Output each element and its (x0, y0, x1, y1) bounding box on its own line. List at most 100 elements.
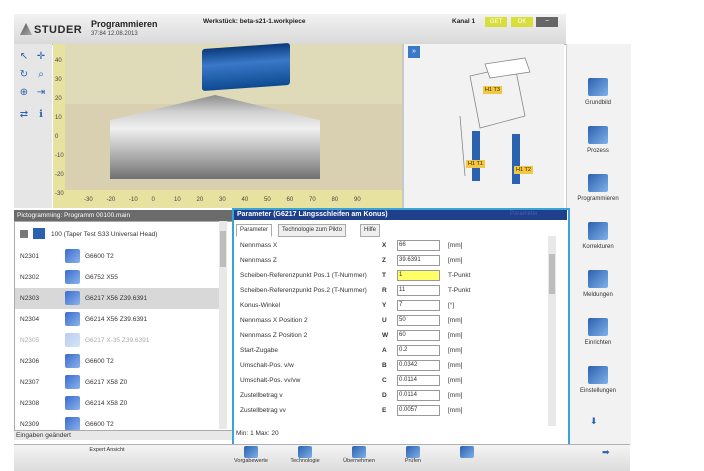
sidebar-item-einstellungen[interactable]: Einstellungen (566, 358, 630, 408)
check-icon (406, 446, 420, 458)
next-arrow-icon[interactable]: ➡ (602, 447, 610, 458)
parameter-value-field[interactable]: 60 (397, 330, 440, 341)
ruler-x-tick: 0 (151, 197, 155, 203)
defaults-button[interactable]: Vorgabewerte (224, 446, 278, 470)
parameter-value-field[interactable]: 39.6391 (397, 255, 440, 266)
parameter-label: Konus-Winkel (240, 302, 281, 309)
check-button[interactable]: Prüfen (386, 446, 440, 470)
logo-text: STUDER (34, 24, 83, 36)
parameter-value-field[interactable]: 7 (397, 300, 440, 311)
list-item[interactable]: N2301 G6600 T2 (15, 246, 227, 267)
parameter-label: Nennmass X Position 2 (240, 317, 308, 324)
list-item-selected[interactable]: N2303 G6217 X56 Z39.6391 (15, 288, 227, 309)
zoom-in-icon[interactable]: ⊕ (17, 86, 31, 100)
move-icon[interactable]: ⇥ (34, 86, 48, 100)
list-item[interactable]: N2309 G6600 T2 (15, 414, 227, 430)
pictogram-icon (65, 291, 80, 305)
parameter-value-field[interactable]: 0.0114 (397, 390, 440, 401)
parameter-value-field[interactable]: 50 (397, 315, 440, 326)
parameter-symbol: A (382, 347, 387, 354)
sidebar-item-prozess[interactable]: Prozess (566, 118, 630, 168)
min-max-label: Min: 1 Max: 20 (236, 430, 279, 437)
parameter-help-link[interactable]: Parameter (510, 211, 538, 217)
view-toolbar: ↖ ✛ ↻ ⌕ ⊕ ⇥ ⇄ ℹ (14, 44, 52, 208)
pictogram-icon (65, 396, 80, 410)
expert-view-button[interactable]: Expert Ansicht (80, 447, 134, 471)
parameter-row: Nennmass Z Position 2 W 60 [mm] (236, 328, 550, 343)
list-scrollbar[interactable] (219, 221, 227, 429)
apply-button[interactable]: Übernehmen (332, 446, 386, 470)
zoom-icon[interactable]: ⌕ (34, 68, 48, 82)
list-item[interactable]: N2306 G6600 T2 (15, 351, 227, 372)
parameter-unit: T-Punkt (448, 272, 471, 279)
list-item[interactable]: N2308 G6214 X58 Z0 (15, 393, 227, 414)
parameter-value-field[interactable]: 0.0057 (397, 405, 440, 416)
parameter-label: Umschalt-Pos. v/w (240, 362, 294, 369)
ruler-x-tick: 30 (219, 197, 226, 203)
ruler-x-tick: 80 (331, 197, 339, 203)
expand-icon[interactable]: » (408, 46, 420, 58)
ruler-y-tick: 20 (55, 96, 62, 102)
minimize-button[interactable]: − (536, 17, 558, 27)
parameter-symbol: U (382, 317, 387, 324)
sidebar-item-meldungen[interactable]: Meldungen (566, 262, 630, 312)
collapse-icon[interactable] (20, 230, 28, 238)
parameter-scrollbar[interactable] (548, 236, 556, 426)
tab-hilfe[interactable]: Hilfe (360, 224, 381, 237)
sidebar-item-korrekturen[interactable]: Korrekturen (566, 214, 630, 264)
parameter-symbol: Z (382, 257, 386, 264)
technology-button[interactable]: Technologie (278, 446, 332, 470)
tool-label-t1: H1 T1 (466, 160, 485, 168)
parameter-unit: [mm] (448, 347, 463, 354)
edit-button[interactable] (440, 446, 494, 470)
pictogram-icon (65, 270, 80, 284)
sidebar-item-grundbild[interactable]: Grundbild (566, 70, 630, 120)
workpiece-label: Werkstück: beta-s21-1.workpiece (203, 18, 306, 25)
parameter-unit: [mm] (448, 392, 463, 399)
rotate-icon[interactable]: ↻ (17, 68, 31, 82)
studer-logo: STUDER (14, 14, 82, 44)
parameter-value-field[interactable]: 1 (397, 270, 440, 281)
sidebar-item-programmieren[interactable]: Programmieren (566, 166, 630, 216)
info-icon[interactable]: ℹ (34, 108, 48, 122)
parameter-unit: [°] (448, 302, 455, 309)
parameter-row: Start-Zugabe A 0.2 [mm] (236, 343, 550, 358)
parameter-row: Zustellbetrag v D 0.0114 [mm] (236, 388, 550, 403)
ruler-y-tick: 10 (55, 115, 62, 121)
parameter-value-field[interactable]: 0.2 (397, 345, 440, 356)
list-scroll-thumb[interactable] (220, 231, 226, 267)
parameter-value-field[interactable]: 66 (397, 240, 440, 251)
parameter-label: Scheiben-Referenzpunkt Pos.2 (T-Nummer) (240, 287, 367, 294)
parameter-value-field[interactable]: 0.0114 (397, 375, 440, 386)
status-text: Eingaben geändert (14, 431, 234, 440)
parameter-symbol: D (382, 392, 387, 399)
parameter-unit: [mm] (448, 332, 463, 339)
tab-parameter[interactable]: Parameter (236, 224, 273, 237)
pan-icon[interactable]: ✛ (34, 50, 48, 64)
edit-icon (460, 446, 474, 458)
parameter-row: Nennmass X Position 2 U 50 [mm] (236, 313, 550, 328)
sidebar-down-arrow-icon[interactable]: ⬇ (590, 416, 598, 427)
parameter-unit: [mm] (448, 317, 463, 324)
tab-technologie[interactable]: Technologie zum Pikto (278, 224, 347, 237)
ok-button[interactable]: OK (511, 17, 533, 27)
parameter-row: Scheiben-Referenzpunkt Pos.2 (T-Nummer) R… (236, 283, 550, 298)
sidebar-item-einrichten[interactable]: Einrichten (566, 310, 630, 360)
parameter-scroll-thumb[interactable] (549, 254, 555, 294)
parameter-unit: [mm] (448, 362, 463, 369)
parameter-row: Nennmass Z Z 39.6391 [mm] (236, 253, 550, 268)
parameter-value-field[interactable]: 11 (397, 285, 440, 296)
parameter-label: Zustellbetrag v (240, 392, 283, 399)
list-item[interactable]: N2305 G6217 X-35 Z39.6391 (15, 330, 227, 351)
parameter-symbol: B (382, 362, 387, 369)
list-item[interactable]: N2307 G6217 X58 Z0 (15, 372, 227, 393)
get-button[interactable]: GET (485, 17, 507, 27)
list-header-row[interactable]: 100 (Taper Test S33 Universal Head) (15, 224, 227, 245)
messages-icon (588, 270, 608, 288)
list-item[interactable]: N2302 G6752 X55 (15, 267, 227, 288)
refresh-icon[interactable]: ⇄ (17, 108, 31, 122)
pointer-icon[interactable]: ↖ (17, 50, 31, 64)
list-item[interactable]: N2304 G6214 X56 Z39.6391 (15, 309, 227, 330)
logo-mark-icon (20, 23, 32, 35)
parameter-value-field[interactable]: 0.0342 (397, 360, 440, 371)
